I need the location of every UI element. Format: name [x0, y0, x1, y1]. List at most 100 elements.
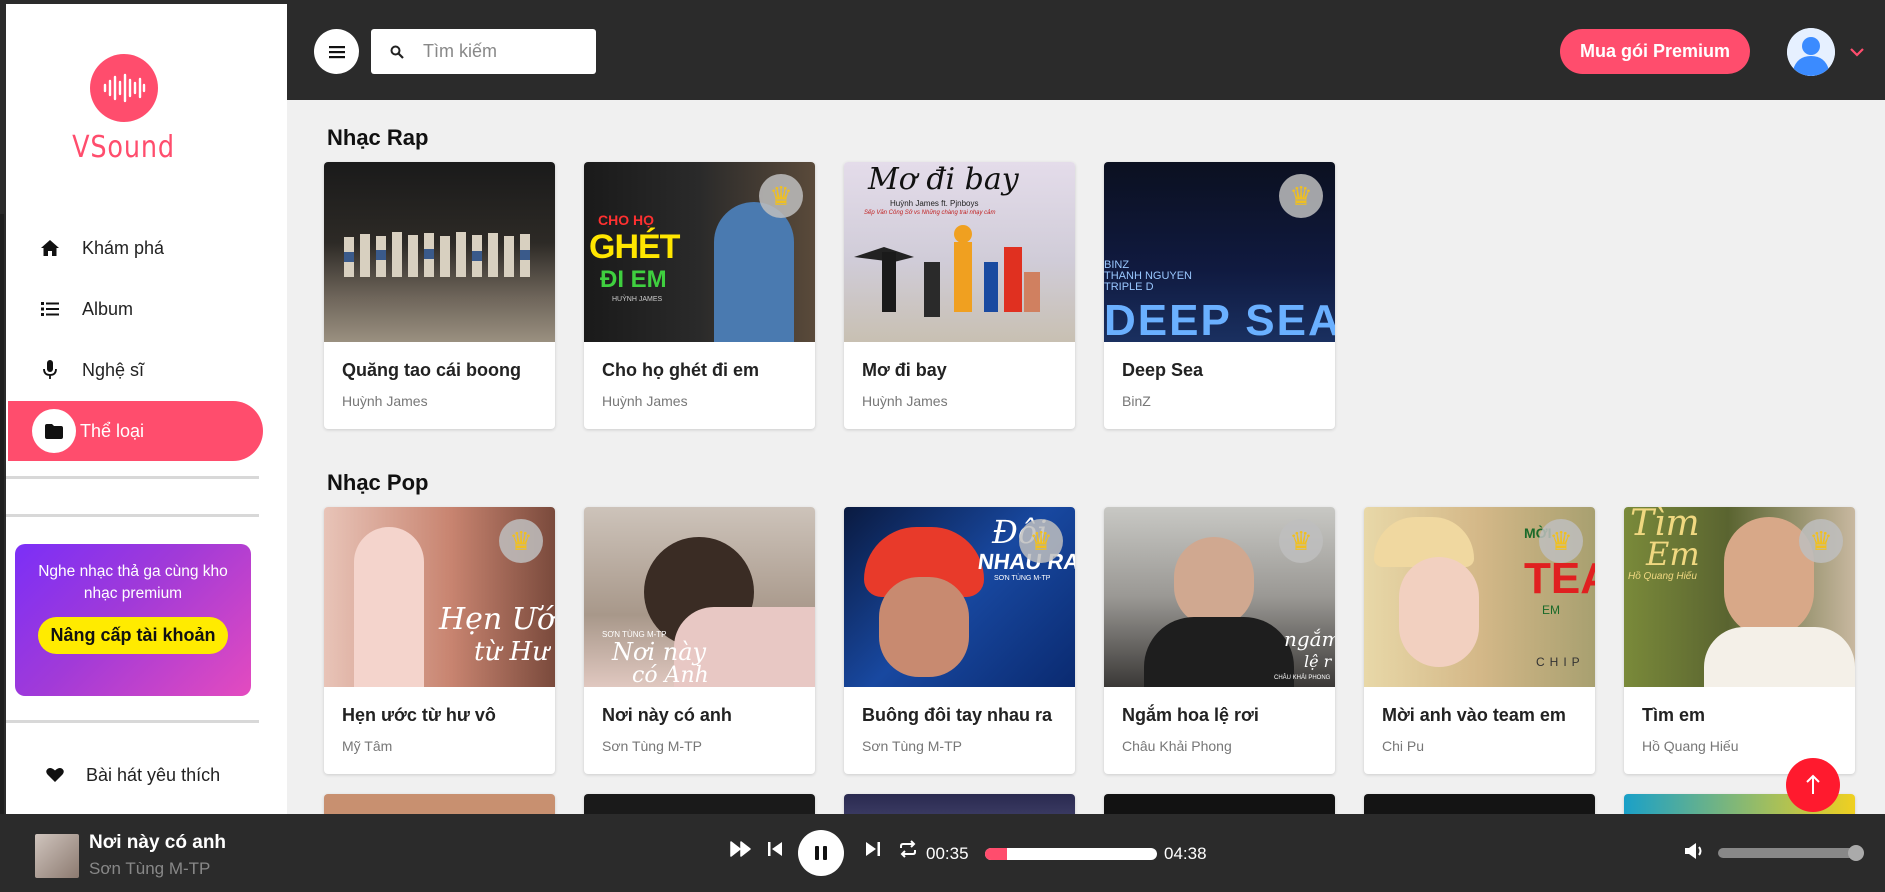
pause-icon [815, 846, 827, 860]
sidebar-item-album[interactable]: Album [8, 279, 263, 339]
app-logo[interactable]: VSound [6, 54, 241, 165]
song-card[interactable]: Quăng tao cái boong Huỳnh James [324, 162, 555, 429]
folder-icon [32, 409, 76, 453]
upgrade-account-button[interactable]: Nâng cấp tài khoản [38, 617, 228, 654]
search-icon[interactable] [371, 45, 423, 59]
now-playing-title: Nơi này có anh [89, 832, 227, 853]
song-title: Mơ đi bay [862, 360, 947, 380]
song-card[interactable]: Tìm Em Hồ Quang Hiếu ♛ Tìm em Hồ Quang H… [1624, 507, 1855, 774]
song-thumbnail: CHO HỌ GHÉT ĐI EM HUỲNH JAMES ♛ [584, 162, 815, 342]
sidebar-item-label: Album [82, 298, 134, 319]
volume-icon[interactable] [1684, 842, 1704, 865]
repeat-icon[interactable] [897, 840, 919, 863]
song-thumbnail: Hẹn Ước từ Hư ♛ [324, 507, 555, 687]
soundwave-icon [89, 54, 158, 122]
player-bar: Nơi này có anh Sơn Tùng M-TP 00:35 04:38 [6, 814, 1885, 892]
thumb-text: TEAM [1524, 554, 1595, 603]
next-track-icon[interactable] [865, 840, 881, 863]
thumb-text: TRIPLE D [1104, 281, 1154, 293]
sidebar-item-the-loai[interactable]: Thể loại [8, 401, 263, 461]
user-avatar-icon [1787, 28, 1835, 76]
thumb-text: ngắm h [1284, 627, 1335, 651]
app-name: VSound [72, 130, 175, 165]
group-photo-icon [344, 232, 530, 277]
fast-forward-icon[interactable] [730, 840, 752, 863]
now-playing-artist: Sơn Tùng M-TP [89, 859, 211, 878]
sidebar-divider [6, 476, 259, 479]
song-card[interactable]: Đôi NHAU RA SƠN TÙNG M-TP ♛ Buông đôi ta… [844, 507, 1075, 774]
thumb-text: CHÂU KHẢI PHONG [1274, 675, 1331, 681]
duration-time: 04:38 [1164, 844, 1207, 863]
thumb-text: HUỲNH JAMES [612, 296, 663, 303]
song-artist: Châu Khải Phong [1122, 738, 1232, 754]
sidebar-item-label: Thể loại [80, 420, 145, 441]
volume-slider-handle[interactable] [1848, 845, 1864, 861]
song-card[interactable]: BINZ THANH NGUYEN TRIPLE D DEEP SEA ♛ De… [1104, 162, 1335, 429]
sidebar-edge [0, 214, 4, 814]
thumb-text: có Anh [632, 663, 709, 688]
song-card[interactable] [844, 794, 1075, 814]
song-title: Nơi này có anh [602, 705, 732, 725]
song-card[interactable] [1364, 794, 1595, 814]
sidebar-item-nghe-si[interactable]: Nghệ sĩ [8, 340, 263, 400]
thumb-text: EM [1542, 603, 1560, 617]
now-playing-thumbnail[interactable] [35, 834, 79, 878]
thumb-text: DEEP SEA [1104, 296, 1335, 345]
song-artist: Huỳnh James [862, 393, 948, 409]
song-artist: Mỹ Tâm [342, 738, 393, 754]
song-title: Deep Sea [1122, 360, 1204, 380]
song-artist: BinZ [1122, 393, 1151, 409]
thumb-text: Hồ Quang Hiếu [1628, 571, 1697, 582]
sidebar-item-label: Khám phá [82, 237, 165, 258]
song-card[interactable]: MỜI TEAM EM CHIP ♛ Mời anh vào team em C… [1364, 507, 1595, 774]
song-artist: Sơn Tùng M-TP [602, 738, 702, 754]
song-artist: Sơn Tùng M-TP [862, 738, 962, 754]
top-header: Mua gói Premium [287, 0, 1885, 100]
song-card[interactable]: CHO HỌ GHÉT ĐI EM HUỲNH JAMES ♛ Cho họ g… [584, 162, 815, 429]
sidebar-item-kham-pha[interactable]: Khám phá [8, 218, 263, 278]
volume-slider[interactable] [1718, 845, 1864, 861]
thumb-text: CHIP [1536, 655, 1585, 669]
sidebar-item-favorites[interactable]: Bài hát yêu thích [8, 750, 220, 800]
menu-toggle-button[interactable] [314, 29, 359, 74]
song-thumbnail: ngắm h lệ r CHÂU KHẢI PHONG ♛ [1104, 507, 1335, 687]
avatar[interactable] [1787, 28, 1835, 76]
song-card[interactable] [584, 794, 815, 814]
thumb-text: SƠN TÙNG M-TP [994, 575, 1051, 582]
pause-button[interactable] [798, 830, 844, 876]
scroll-to-top-button[interactable] [1786, 758, 1840, 812]
song-title: Quăng tao cái boong [342, 360, 521, 380]
song-thumbnail: BINZ THANH NGUYEN TRIPLE D DEEP SEA ♛ [1104, 162, 1335, 345]
song-card[interactable]: SƠN TÙNG M-TP Nơi này có Anh Nơi này có … [584, 507, 815, 774]
song-card[interactable]: ngắm h lệ r CHÂU KHẢI PHONG ♛ Ngắm hoa l… [1104, 507, 1335, 774]
chevron-down-icon[interactable] [1850, 44, 1864, 62]
sidebar-item-label: Nghệ sĩ [82, 359, 145, 380]
section-title: Nhạc Rap [327, 125, 429, 150]
song-thumbnail [324, 162, 555, 342]
current-time: 00:35 [926, 844, 969, 863]
previous-track-icon[interactable] [767, 840, 783, 863]
song-title: Ngắm hoa lệ rơi [1122, 705, 1259, 725]
crown-icon: ♛ [1279, 174, 1323, 218]
arrow-up-icon [1806, 774, 1820, 794]
song-artist: Chi Pu [1382, 738, 1425, 754]
search-input[interactable] [423, 41, 588, 62]
song-card[interactable] [1104, 794, 1335, 814]
song-title: Hẹn ước từ hư vô [342, 705, 496, 725]
song-card[interactable] [324, 794, 555, 814]
list-icon [38, 301, 62, 317]
progress-bar[interactable] [985, 848, 1157, 860]
song-thumbnail: SƠN TÙNG M-TP Nơi này có Anh [584, 507, 815, 688]
song-artist: Hồ Quang Hiếu [1642, 738, 1739, 754]
crown-icon: ♛ [1279, 519, 1323, 563]
song-card[interactable]: Mơ đi bay Huỳnh James ft. Pjnboys Sếp Vă… [844, 162, 1075, 429]
song-card[interactable]: Hẹn Ước từ Hư ♛ Hẹn ước từ hư vô Mỹ Tâm [324, 507, 555, 774]
promo-text: Nghe nhạc thả ga cùng kho nhạc premium [38, 563, 228, 602]
buy-premium-button[interactable]: Mua gói Premium [1560, 29, 1750, 74]
home-icon [38, 239, 62, 257]
microphone-icon [38, 360, 62, 380]
crown-icon: ♛ [1799, 519, 1843, 563]
song-title: Cho họ ghét đi em [602, 360, 759, 380]
song-title: Tìm em [1642, 705, 1706, 725]
hamburger-icon [328, 45, 345, 58]
